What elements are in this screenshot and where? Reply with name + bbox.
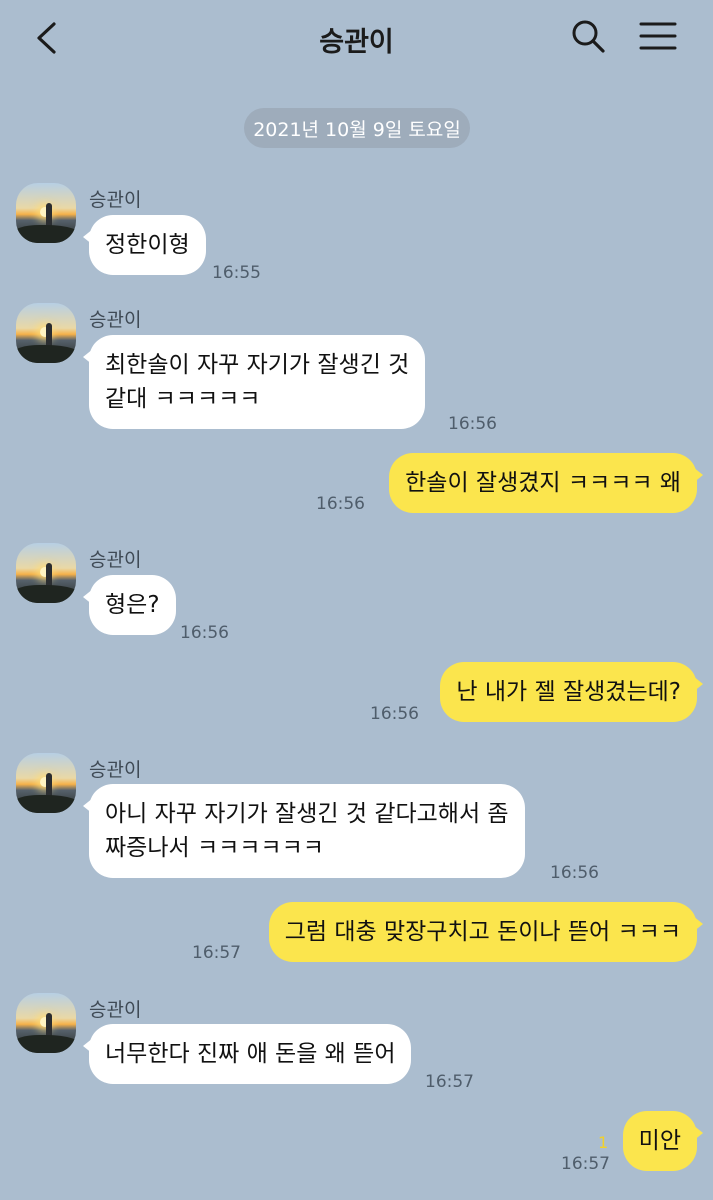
avatar[interactable] xyxy=(16,183,76,243)
message-text: 최한솔이 자꾸 자기가 잘생긴 것 xyxy=(105,352,410,378)
message-text: 너무한다 진짜 애 돈을 왜 뜯어 xyxy=(105,1041,396,1067)
unread-count: 1 xyxy=(598,1133,609,1152)
incoming-message-bubble[interactable]: 형은? xyxy=(83,575,176,635)
outgoing-message-bubble[interactable]: 미안 xyxy=(622,1111,704,1171)
message-time: 16:56 xyxy=(316,494,365,514)
date-divider: 2021년 10월 9일 토요일 xyxy=(244,108,470,148)
message-time: 16:55 xyxy=(212,263,261,283)
hamburger-menu-icon xyxy=(639,21,677,55)
sender-name: 승관이 xyxy=(89,759,142,781)
search-button[interactable] xyxy=(566,16,610,60)
sender-name: 승관이 xyxy=(89,309,142,331)
outgoing-message-bubble[interactable]: 난 내가 젤 잘생겼는데? xyxy=(440,662,703,722)
message-text: 정한이형 xyxy=(105,232,190,258)
sender-name: 승관이 xyxy=(89,549,142,571)
menu-button[interactable] xyxy=(634,16,682,60)
message-text: 아니 자꾸 자기가 잘생긴 것 같다고해서 좀 xyxy=(105,801,509,827)
message-text: 미안 xyxy=(638,1128,681,1154)
incoming-message-bubble[interactable]: 너무한다 진짜 애 돈을 왜 뜯어 xyxy=(82,1024,412,1084)
chat-header: 승관이 xyxy=(0,0,713,80)
message-time: 16:56 xyxy=(448,414,497,434)
avatar[interactable] xyxy=(16,543,76,603)
sender-name: 승관이 xyxy=(89,999,142,1021)
message-text: 형은? xyxy=(105,592,160,618)
sender-name: 승관이 xyxy=(89,189,142,211)
outgoing-message-bubble[interactable]: 한솔이 잘생겼지 ㅋㅋㅋㅋ 왜 xyxy=(389,453,703,513)
message-text: 그럼 대충 맞장구치고 돈이나 뜯어 ㅋㅋㅋ xyxy=(284,919,681,945)
message-time: 16:56 xyxy=(550,863,599,883)
avatar[interactable] xyxy=(16,993,76,1053)
incoming-message-bubble[interactable]: 아니 자꾸 자기가 잘생긴 것 같다고해서 좀 짜증나서 ㅋㅋㅋㅋㅋㅋ xyxy=(83,784,525,878)
message-text: 한솔이 잘생겼지 ㅋㅋㅋㅋ 왜 xyxy=(405,470,681,496)
outgoing-message-bubble[interactable]: 그럼 대충 맞장구치고 돈이나 뜯어 ㅋㅋㅋ xyxy=(268,902,704,962)
message-text: 난 내가 젤 잘생겼는데? xyxy=(456,679,681,705)
incoming-message-bubble[interactable]: 최한솔이 자꾸 자기가 잘생긴 것 같대 ㅋㅋㅋㅋㅋ xyxy=(82,335,426,429)
avatar[interactable] xyxy=(16,753,76,813)
message-time: 16:57 xyxy=(192,943,241,963)
message-time: 16:56 xyxy=(180,623,229,643)
message-text: 같대 ㅋㅋㅋㅋㅋ xyxy=(105,386,261,412)
incoming-message-bubble[interactable]: 정한이형 xyxy=(83,215,206,275)
message-text: 짜증나서 ㅋㅋㅋㅋㅋㅋ xyxy=(105,835,324,861)
message-time: 16:57 xyxy=(425,1072,474,1092)
avatar[interactable] xyxy=(16,303,76,363)
message-time: 16:57 xyxy=(561,1154,610,1174)
search-icon xyxy=(570,18,606,58)
message-time: 16:56 xyxy=(370,704,419,724)
